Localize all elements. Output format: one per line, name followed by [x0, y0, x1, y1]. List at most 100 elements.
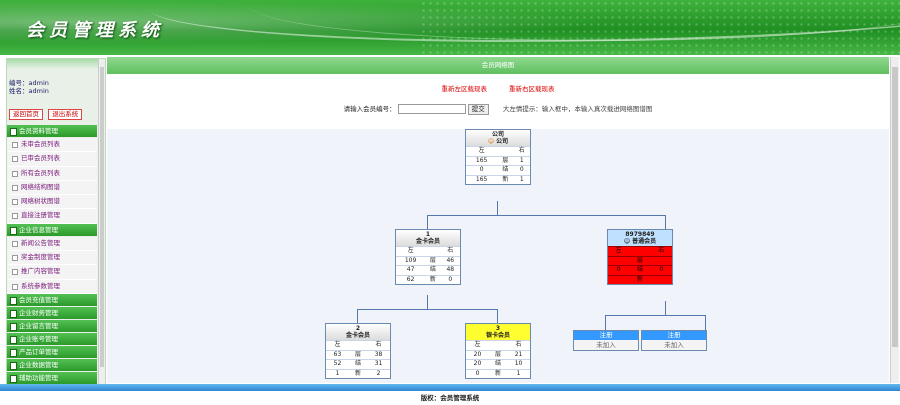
node-stat-cell: 20 [466, 349, 489, 360]
node-stat-cell: 层 [348, 349, 368, 360]
search-label: 请输入会员编号： [343, 105, 396, 113]
menu-item[interactable]: 已审会员列表 [7, 152, 97, 167]
menu-item[interactable]: 网络结构图谱 [7, 180, 97, 196]
node-stat-cell [629, 246, 651, 256]
member-face-icon: ☺ [623, 238, 631, 245]
node-stat-cell: 左 [608, 246, 630, 256]
node-stat-cell: 0 [440, 274, 460, 284]
user-name: 姓名：admin [9, 87, 49, 95]
node-stat-cell: 165 [466, 155, 498, 166]
menu-section-5[interactable]: 企业账号管理 [7, 332, 97, 346]
tree-node-1[interactable]: 1 金卡会员 左右 109 层 46 47 结 48 62 新 0 [395, 229, 461, 285]
node-stat-cell: 109 [396, 255, 426, 266]
node-stat-cell [650, 255, 672, 266]
tree-node-root[interactable]: 公司 ☺ 公司 左右 165 层 1 0 结 0 165 新 1 [465, 129, 531, 185]
user-info: 编号：admin 姓名：admin [9, 79, 49, 95]
node-stat-cell: 47 [396, 265, 426, 275]
node-stat-cell: 右 [513, 146, 530, 156]
menu-section-6[interactable]: 产品订单管理 [7, 345, 97, 359]
sidebar: 编号：admin 姓名：admin 返回首页 退出系统 会员资料管理 未审会员列表… [6, 58, 106, 386]
menu-section-0[interactable]: 会员资料管理 [7, 125, 97, 138]
node-stat-cell: 1 [326, 368, 349, 378]
sidebar-menu: 会员资料管理 未审会员列表 已审会员列表 所有会员列表 网络结构图谱 网络树状图谱 直接注册… [7, 125, 97, 385]
node-stat-cell: 0 [466, 165, 498, 175]
header-banner: 会员管理系统 [0, 0, 900, 55]
node-stat-cell: 左 [466, 146, 498, 156]
app-title: 会员管理系统 [26, 20, 164, 41]
reload-left-link[interactable]: 重新左区载现表 [441, 85, 487, 93]
node-stat-cell [488, 340, 508, 350]
node-stat-cell [608, 255, 630, 266]
register-slot-right[interactable]: 注册 未加入 [641, 330, 707, 351]
node-stat-cell: 46 [440, 255, 460, 266]
node-stat-cell: 结 [488, 359, 508, 369]
node-stat-cell [497, 146, 514, 156]
register-slot-left[interactable]: 注册 未加入 [573, 330, 639, 351]
node-stat-cell: 右 [440, 246, 460, 256]
menu-item[interactable]: 推广内容管理 [7, 265, 97, 280]
menu-item[interactable]: 所有会员列表 [7, 166, 97, 181]
node-stat-cell: 10 [507, 359, 530, 369]
node-stat-cell: 层 [497, 155, 514, 166]
node-stat-cell: 62 [396, 274, 426, 284]
tree-node-2[interactable]: 2 金卡会员 左右 63 层 38 52 结 31 1 新 2 [325, 323, 391, 379]
node-stat-cell: 0 [513, 165, 530, 175]
node-stat-cell: 层 [629, 255, 651, 266]
node-stat-cell: 新 [348, 368, 368, 378]
node-stat-cell: 新 [425, 274, 441, 284]
node-stat-cell: 0 [650, 265, 672, 275]
node-stat-cell: 新 [488, 368, 508, 378]
node-stat-cell: 左 [396, 246, 426, 256]
main-content: 会员网络图 重新左区载现表 重新右区载现表 请输入会员编号： 提交 大左情提示：… [107, 57, 889, 383]
reload-right-link[interactable]: 重新右区载现表 [509, 85, 555, 93]
tree-node-3[interactable]: 3 银卡会员 左右 20 层 21 20 结 10 0 新 1 [465, 323, 531, 379]
node-stat-cell: 1 [513, 155, 530, 166]
node-stat-cell: 左 [326, 340, 349, 350]
node-stat-cell: 结 [425, 265, 441, 275]
menu-item[interactable]: 系统参数管理 [7, 279, 97, 294]
node-stat-cell: 2 [367, 368, 390, 378]
node-stat-cell: 结 [497, 165, 514, 175]
node-stat-cell [425, 246, 441, 256]
user-number: 编号：admin [9, 79, 49, 87]
menu-item[interactable]: 新闻公告管理 [7, 236, 97, 252]
submit-button[interactable]: 提交 [467, 103, 489, 115]
node-stat-cell: 新 [497, 174, 514, 184]
menu-item[interactable]: 网络树状图谱 [7, 195, 97, 210]
node-stat-cell [608, 274, 630, 284]
member-number-input[interactable] [397, 104, 466, 114]
node-stat-cell: 新 [629, 274, 651, 284]
member-face-icon: ☺ [487, 138, 495, 145]
logout-button[interactable]: 退出系统 [48, 109, 83, 120]
search-tip: 大左情提示：输入框中，本输入真次载进网络图谱图 [502, 105, 653, 113]
footer-copyright: 版权：会员管理系统 [420, 394, 480, 402]
menu-section-4[interactable]: 企业留言管理 [7, 319, 97, 333]
home-button[interactable]: 返回首页 [9, 109, 43, 120]
node-stat-cell: 48 [440, 265, 460, 275]
node-stat-cell [650, 274, 672, 284]
node-stat-cell: 结 [629, 265, 651, 275]
node-stat-cell: 0 [608, 265, 630, 275]
node-stat-cell: 165 [466, 174, 498, 184]
node-stat-cell: 右 [367, 340, 390, 350]
node-stat-cell: 21 [507, 349, 530, 360]
menu-item[interactable]: 直接注册管理 [7, 209, 97, 224]
node-stat-cell: 1 [513, 174, 530, 184]
node-stat-cell: 0 [466, 368, 489, 378]
menu-section-3[interactable]: 企业财务管理 [7, 306, 97, 320]
menu-item[interactable]: 未审会员列表 [7, 138, 97, 153]
menu-section-2[interactable]: 会员充值管理 [7, 293, 97, 307]
node-stat-cell: 20 [466, 359, 489, 369]
tree-node-8979849[interactable]: 8979849 ☺ 普通会员 左右层0结0新 [607, 229, 673, 285]
search-bar: 请输入会员编号： 提交 大左情提示：输入框中，本输入真次载进网络图谱图 [107, 103, 889, 115]
menu-section-1[interactable]: 企业信息管理 [7, 223, 97, 237]
page-title: 会员网络图 [107, 57, 889, 74]
menu-item[interactable]: 奖金制度管理 [7, 251, 97, 266]
sidebar-scrollbar[interactable] [98, 59, 105, 385]
node-stat-cell: 38 [367, 349, 390, 360]
node-stat-cell: 左 [466, 340, 489, 350]
menu-section-7[interactable]: 企业数据管理 [7, 358, 97, 372]
node-stat-cell: 结 [348, 359, 368, 369]
main-scrollbar[interactable] [890, 57, 899, 383]
node-stat-cell: 层 [488, 349, 508, 360]
